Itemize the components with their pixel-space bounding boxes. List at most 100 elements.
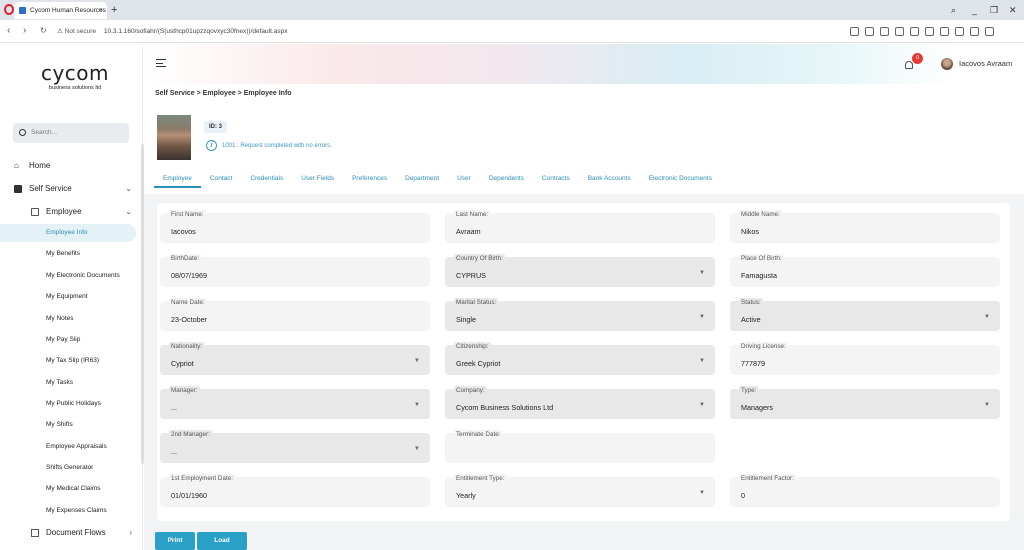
- sidebar-item-my-electronic-documents[interactable]: My Electronic Documents: [0, 267, 143, 285]
- tab-electronic-documents[interactable]: Electronic Documents: [640, 170, 721, 188]
- tab-employee[interactable]: Employee: [154, 170, 201, 188]
- field-label: 2nd Manager:: [169, 430, 212, 440]
- share-icon[interactable]: [850, 27, 859, 36]
- forward-icon[interactable]: ›: [23, 24, 26, 38]
- nationality-select[interactable]: Nationality: Cypriot ▼: [160, 342, 430, 375]
- sidebar-item-my-tax-slip[interactable]: My Tax Slip (IR63): [0, 352, 143, 370]
- search-icon[interactable]: ⌕: [951, 3, 956, 17]
- second-manager-select[interactable]: 2nd Manager: ... ▼: [160, 430, 430, 463]
- field-value: Single: [456, 315, 476, 324]
- tab-user[interactable]: User: [448, 170, 480, 188]
- reload-icon[interactable]: ↻: [40, 24, 47, 38]
- dropdown-arrow-icon: ▼: [414, 446, 420, 452]
- manager-select[interactable]: Manager: ... ▼: [160, 386, 430, 419]
- dropdown-arrow-icon: ▼: [414, 402, 420, 408]
- cube-icon[interactable]: [985, 27, 994, 36]
- sidebar-item-employee-info[interactable]: Employee Info: [0, 224, 136, 242]
- minimize-icon[interactable]: _: [972, 3, 977, 17]
- tab-dependents[interactable]: Dependents: [480, 170, 533, 188]
- field-value: Greek Cypriot: [456, 359, 501, 368]
- heart-icon[interactable]: [910, 27, 919, 36]
- sidebar-item-my-expenses-claims[interactable]: My Expenses Claims: [0, 502, 143, 520]
- terminate-date-field[interactable]: Terminate Date:: [445, 430, 715, 463]
- url-field[interactable]: ⚠ Not secure 10.3.1.160/sofiahr/(S(usthc…: [57, 24, 977, 39]
- first-employment-date-field[interactable]: 1st Employment Date: 01/01/1960: [160, 474, 430, 507]
- sidebar-item-my-equipment[interactable]: My Equipment: [0, 288, 143, 306]
- field-label: Country Of Birth:: [454, 254, 505, 264]
- name-date-field[interactable]: Name Date: 23-October: [160, 298, 430, 331]
- tab-bank-accounts[interactable]: Bank Accounts: [579, 170, 640, 188]
- field-value: Active: [741, 315, 761, 324]
- chevron-down-icon: ⌄: [125, 184, 132, 193]
- first-name-field[interactable]: First Name: Iacovos: [160, 210, 430, 243]
- birthdate-field[interactable]: BirthDate: 08/07/1969: [160, 254, 430, 287]
- browser-tab[interactable]: Cycom Human Resources ×: [14, 2, 107, 19]
- sidebar-item-shifts-generator[interactable]: Shifts Generator: [0, 459, 143, 477]
- sidebar-item-my-tasks[interactable]: My Tasks: [0, 374, 143, 392]
- entitlement-type-select[interactable]: Entitlement Type: Yearly ▼: [445, 474, 715, 507]
- sidebar-item-my-shifts[interactable]: My Shifts: [0, 416, 143, 434]
- field-value: Avraam: [456, 227, 481, 236]
- tab-user-fields[interactable]: User Fields: [292, 170, 343, 188]
- place-of-birth-field[interactable]: Place Of Birth: Famagusta: [730, 254, 1000, 287]
- maximize-icon[interactable]: ❐: [990, 3, 998, 17]
- field-label: Nationality:: [169, 342, 205, 352]
- new-tab-button[interactable]: +: [111, 2, 117, 18]
- notification-badge: 0: [912, 53, 923, 64]
- download-icon[interactable]: [925, 27, 934, 36]
- field-label: Company:: [454, 386, 487, 396]
- sidebar-item-my-medical-claims[interactable]: My Medical Claims: [0, 480, 143, 498]
- sidebar-item-my-benefits[interactable]: My Benefits: [0, 245, 143, 263]
- sidebar-item-my-pay-slip[interactable]: My Pay Slip: [0, 331, 143, 349]
- field-label: Entitlement Factor:: [739, 474, 796, 484]
- opera-icon[interactable]: [4, 4, 14, 15]
- back-icon[interactable]: ‹: [7, 24, 10, 38]
- tab-contracts[interactable]: Contracts: [533, 170, 579, 188]
- company-select[interactable]: Company: Cycom Business Solutions Ltd ▼: [445, 386, 715, 419]
- warning-icon: ⚠: [57, 28, 63, 35]
- tab-credentials[interactable]: Credentials: [241, 170, 292, 188]
- field-label: Manager:: [169, 386, 200, 396]
- employee-icon: [31, 208, 39, 216]
- print-button[interactable]: Print: [155, 532, 195, 550]
- middle-name-field[interactable]: Middle Name: Nikos: [730, 210, 1000, 243]
- load-button[interactable]: Load: [197, 532, 247, 550]
- dropdown-arrow-icon: ▼: [699, 358, 705, 364]
- chevron-down-icon: ⌄: [125, 207, 132, 216]
- info-icon: i: [206, 140, 217, 151]
- menu-icon[interactable]: [940, 27, 949, 36]
- search-input[interactable]: Search...: [13, 123, 129, 143]
- sidebar-item-my-public-holidays[interactable]: My Public Holidays: [0, 395, 143, 413]
- type-select[interactable]: Type: Managers ▼: [730, 386, 1000, 419]
- marital-status-select[interactable]: Marital Status: Single ▼: [445, 298, 715, 331]
- dropdown-arrow-icon: ▼: [984, 402, 990, 408]
- shield-icon[interactable]: [880, 27, 889, 36]
- avatar[interactable]: [941, 58, 953, 70]
- tab-department[interactable]: Department: [396, 170, 448, 188]
- url-text: 10.3.1.160/sofiahr/(S(usthcp01upzzqovxyc…: [103, 28, 288, 35]
- camera-icon[interactable]: [865, 27, 874, 36]
- notification-bell-icon[interactable]: [905, 61, 913, 69]
- home-icon: ⌂: [14, 161, 19, 170]
- close-tab-icon[interactable]: ×: [99, 2, 103, 19]
- dropdown-arrow-icon: ▼: [414, 358, 420, 364]
- citizenship-select[interactable]: Citizenship: Greek Cypriot ▼: [445, 342, 715, 375]
- profile-icon[interactable]: [955, 27, 964, 36]
- tab-contact[interactable]: Contact: [201, 170, 241, 188]
- tab-preferences[interactable]: Preferences: [343, 170, 396, 188]
- status-select[interactable]: Status: Active ▼: [730, 298, 1000, 331]
- country-of-birth-select[interactable]: Country Of Birth: CYPRUS ▼: [445, 254, 715, 287]
- hamburger-menu-icon[interactable]: [156, 59, 166, 67]
- play-icon[interactable]: [895, 27, 904, 36]
- sidebar-item-my-notes[interactable]: My Notes: [0, 310, 143, 328]
- driving-license-field[interactable]: Driving License: 777879: [730, 342, 1000, 375]
- sidebar-item-employee-appraisals[interactable]: Employee Appraisals: [0, 438, 143, 456]
- close-window-icon[interactable]: ✕: [1009, 3, 1017, 17]
- nav-document-flows-label: Document Flows: [46, 528, 106, 537]
- user-name[interactable]: Iacovos Avraam: [959, 58, 1012, 70]
- extension-icon[interactable]: [970, 27, 979, 36]
- app-header: 0 Iacovos Avraam: [144, 44, 1024, 84]
- last-name-field[interactable]: Last Name: Avraam: [445, 210, 715, 243]
- entitlement-factor-field[interactable]: Entitlement Factor: 0: [730, 474, 1000, 507]
- cycom-logo[interactable]: cycom business solutions ltd: [30, 62, 120, 102]
